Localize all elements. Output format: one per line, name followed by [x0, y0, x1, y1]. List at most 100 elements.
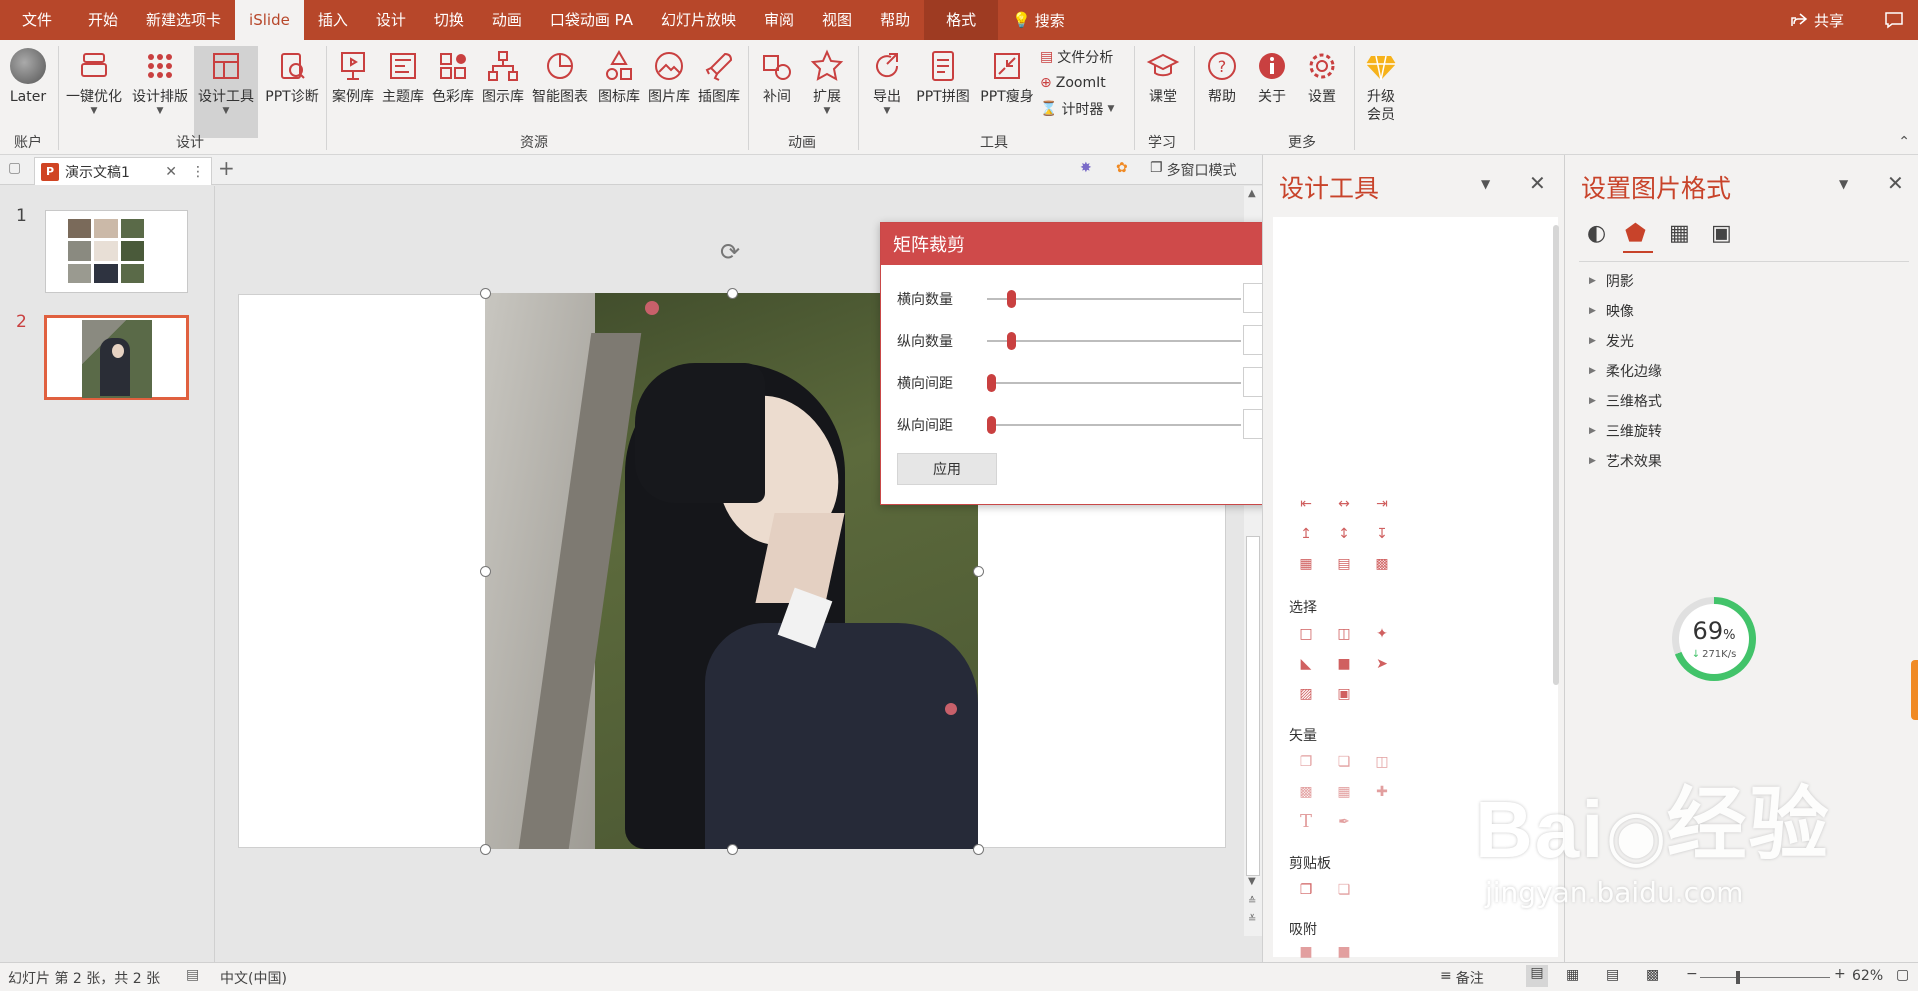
extend-button[interactable]: 扩展 ▼ — [802, 46, 852, 138]
account-later-button[interactable]: Later — [2, 46, 54, 138]
copy-icon[interactable]: ❐ — [1297, 881, 1315, 899]
zoomit-button[interactable]: ⊕ ZoomIt — [1040, 72, 1106, 94]
design-tools-button[interactable]: 设计工具 ▼ — [194, 46, 258, 138]
resize-handle[interactable] — [480, 844, 491, 855]
tab-animations[interactable]: 动画 — [478, 0, 536, 40]
slider-track[interactable] — [987, 298, 1241, 300]
chevron-down-icon[interactable]: ▼ — [1839, 177, 1848, 191]
split-icon[interactable]: ✚ — [1373, 783, 1391, 801]
tab-format[interactable]: 格式 — [924, 0, 999, 40]
design-layout-button[interactable]: 设计排版 ▼ — [128, 46, 192, 138]
effects-tab[interactable]: ⬟ — [1625, 219, 1646, 247]
scroll-thumb[interactable] — [1246, 536, 1260, 876]
pane-scrollbar[interactable] — [1553, 225, 1559, 685]
slider-track[interactable] — [987, 424, 1241, 426]
tab-design[interactable]: 设计 — [362, 0, 420, 40]
3d-rotation-section[interactable]: ▶ 三维旋转 — [1589, 421, 1662, 441]
about-button[interactable]: 关于 — [1248, 46, 1296, 138]
align-left-icon[interactable]: ⇤ — [1297, 495, 1315, 513]
file-tab-icon[interactable]: ▢ — [8, 160, 21, 176]
snap-icon[interactable]: ■ — [1297, 943, 1315, 961]
zoom-slider-thumb[interactable] — [1736, 971, 1740, 984]
union-icon[interactable]: ❐ — [1297, 753, 1315, 771]
align-middle-icon[interactable]: ↕ — [1335, 525, 1353, 543]
slider-track[interactable] — [987, 340, 1241, 342]
help-button[interactable]: ? 帮助 — [1198, 46, 1246, 138]
slideshow-icon[interactable]: ▩ — [1646, 967, 1659, 983]
align-bottom-icon[interactable]: ↧ — [1373, 525, 1391, 543]
3d-format-section[interactable]: ▶ 三维格式 — [1589, 391, 1662, 411]
artistic-effects-section[interactable]: ▶ 艺术效果 — [1589, 451, 1662, 471]
case-library-button[interactable]: 案例库 — [328, 46, 378, 138]
tab-view[interactable]: 视图 — [808, 0, 866, 40]
soft-edges-section[interactable]: ▶ 柔化边缘 — [1589, 361, 1662, 381]
fragment-icon[interactable]: ◫ — [1373, 753, 1391, 771]
slider-track[interactable] — [987, 382, 1241, 384]
align-center-icon[interactable]: ↔ — [1335, 495, 1353, 513]
cursor-icon[interactable]: ➤ — [1373, 655, 1391, 673]
slide-sorter-icon[interactable]: ▦ — [1566, 967, 1579, 983]
search-box[interactable]: 💡 搜索 — [1012, 10, 1065, 31]
theme-library-button[interactable]: 主题库 — [378, 46, 428, 138]
distribute-horizontal-icon[interactable]: ▦ — [1297, 555, 1315, 573]
select-overlap-icon[interactable]: ▨ — [1297, 685, 1315, 703]
slider-knob[interactable] — [1007, 332, 1016, 350]
tab-new[interactable]: 新建选项卡 — [132, 0, 235, 40]
close-icon[interactable]: ✕ — [165, 164, 177, 180]
flower-icon[interactable]: ✿ — [1116, 160, 1128, 176]
timer-button[interactable]: ⌛ 计时器 ▼ — [1040, 98, 1114, 120]
multi-window-button[interactable]: ❐ 多窗口模式 — [1150, 160, 1237, 180]
zoom-level[interactable]: 62% — [1852, 968, 1883, 984]
document-tab[interactable]: P 演示文稿1 ✕ ⋮ — [34, 157, 212, 185]
ppt-slim-button[interactable]: PPT瘦身 — [976, 46, 1038, 138]
select-group-icon[interactable]: ◫ — [1335, 625, 1353, 643]
select-above-icon[interactable]: ■ — [1335, 655, 1353, 673]
close-icon[interactable]: ✕ — [1887, 171, 1904, 195]
snap-icon[interactable]: ■ — [1335, 943, 1353, 961]
select-similar-icon[interactable]: □ — [1297, 625, 1315, 643]
reading-view-icon[interactable]: ▤ — [1606, 967, 1619, 983]
picture-library-button[interactable]: 图片库 — [644, 46, 694, 138]
illustration-library-button[interactable]: 插图库 — [694, 46, 744, 138]
prev-slide-icon[interactable]: ≙ — [1248, 896, 1256, 907]
resize-handle[interactable] — [727, 288, 738, 299]
side-tab-handle[interactable] — [1911, 660, 1918, 720]
resize-handle[interactable] — [480, 566, 491, 577]
close-icon[interactable]: ✕ — [1529, 171, 1546, 195]
color-library-button[interactable]: 色彩库 — [428, 46, 478, 138]
ppt-puzzle-button[interactable]: PPT拼图 — [912, 46, 974, 138]
rotate-handle-icon[interactable]: ⟳ — [720, 238, 740, 266]
tab-file[interactable]: 文件 — [0, 0, 74, 40]
resize-handle[interactable] — [973, 844, 984, 855]
language-status[interactable]: 中文(中国) — [220, 968, 287, 988]
zoom-in-icon[interactable]: + — [1834, 966, 1846, 982]
more-vertical-icon[interactable]: ⋮ — [191, 164, 205, 180]
distribute-both-icon[interactable]: ▩ — [1373, 555, 1391, 573]
tab-help[interactable]: 帮助 — [866, 0, 924, 40]
align-right-icon[interactable]: ⇥ — [1373, 495, 1391, 513]
accessibility-icon[interactable]: ▤ — [186, 967, 199, 983]
shadow-section[interactable]: ▶ 阴影 — [1589, 271, 1634, 291]
select-below-icon[interactable]: ◣ — [1297, 655, 1315, 673]
tween-button[interactable]: 补间 — [752, 46, 802, 138]
diagram-library-button[interactable]: 图示库 — [478, 46, 528, 138]
apply-button[interactable]: 应用 — [897, 453, 997, 485]
slider-knob[interactable] — [987, 416, 996, 434]
export-button[interactable]: 导出 ▼ — [862, 46, 912, 138]
text-icon[interactable]: T — [1297, 813, 1315, 831]
network-speed-gauge[interactable]: 69% ↓ 271K/s — [1672, 597, 1756, 681]
tab-islide[interactable]: iSlide — [235, 0, 304, 40]
resize-handle[interactable] — [480, 288, 491, 299]
resize-handle[interactable] — [973, 566, 984, 577]
fit-slide-icon[interactable]: ▢ — [1896, 967, 1909, 983]
next-slide-icon[interactable]: ≚ — [1248, 914, 1256, 925]
scroll-up-icon[interactable]: ▲ — [1248, 188, 1256, 199]
pen-icon[interactable]: ✒ — [1335, 813, 1353, 831]
fill-line-tab[interactable]: ◐ — [1587, 221, 1606, 246]
notes-button[interactable]: ≡ 备注 — [1440, 968, 1484, 988]
zoom-out-icon[interactable]: − — [1686, 966, 1698, 982]
tab-slideshow[interactable]: 幻灯片放映 — [647, 0, 750, 40]
resize-handle[interactable] — [727, 844, 738, 855]
settings-button[interactable]: 设置 — [1298, 46, 1346, 138]
share-button[interactable]: 共享 — [1790, 10, 1844, 31]
